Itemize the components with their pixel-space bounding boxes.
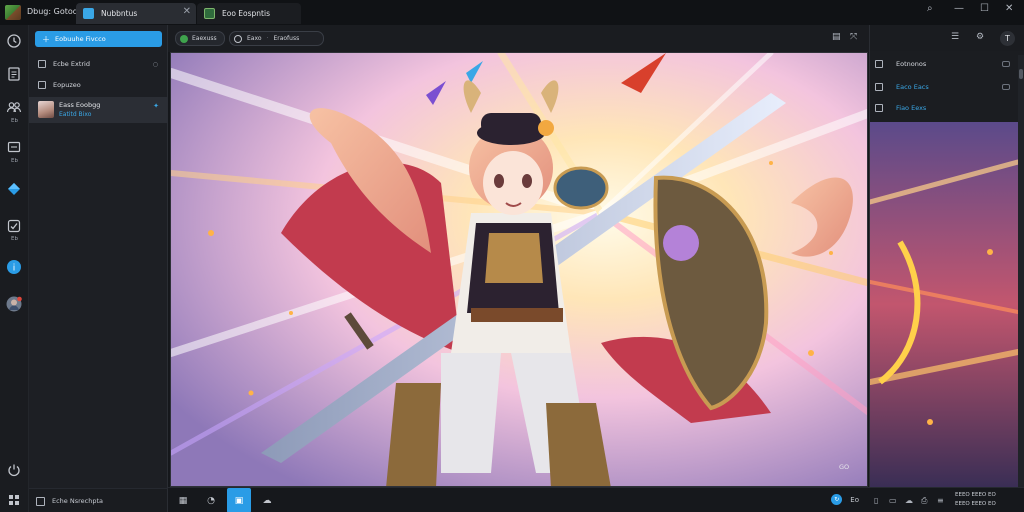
plus-icon: ＋ (42, 34, 50, 44)
panel-row-label: Eotnonos (896, 60, 927, 68)
session-avatar (38, 101, 54, 118)
expand-icon[interactable]: ⤧ (850, 32, 857, 42)
bottom-right-controls: ↻ Eo (831, 494, 859, 505)
sidebar-footer-label: Eche Nsrechpta (52, 497, 103, 505)
panel-row-label: Eaco Eacs (896, 83, 929, 91)
grid-icon[interactable] (6, 492, 22, 508)
new-conversation-button[interactable]: ＋ Eobuuhe Fivcco (35, 31, 162, 47)
layer-icon (875, 60, 883, 68)
info-circle-icon[interactable]: i (6, 259, 22, 275)
sidebar-item-ecbe-extrid[interactable]: Ecbe Extrid ○ (29, 56, 168, 72)
cloud-upload-icon[interactable]: ☁ (905, 496, 913, 505)
app-tab-icon (204, 8, 215, 19)
image-icon[interactable]: ▭ (889, 496, 897, 505)
mode-chip-label-b: Eraofuss (273, 35, 300, 42)
sidebar-item-eopuzeo[interactable]: Eopuzeo (29, 77, 168, 93)
svg-text:i: i (13, 264, 16, 274)
session-subtitle: Eatitd Bixo (59, 111, 92, 118)
settings-icon[interactable]: ⚙ (976, 32, 984, 42)
row-toggle[interactable] (1002, 61, 1010, 67)
tab-eoo-eospntis[interactable]: Eoo Eospntis (197, 3, 301, 24)
rail-label: Eb (11, 158, 18, 164)
panel-row-fiao-eexs[interactable]: Fiao Eexs (870, 98, 1018, 118)
app-title: Dbug: Gotod (27, 7, 78, 16)
layout-icon[interactable]: ▤ (832, 32, 841, 42)
status-line-2: EEEO EEEO EO (955, 501, 996, 507)
sliders-icon[interactable]: ≡ (937, 496, 944, 505)
people-icon[interactable] (6, 99, 22, 115)
maximize-button[interactable]: ☐ (980, 3, 989, 14)
minimize-button[interactable]: — (954, 3, 964, 14)
check-box-icon[interactable] (6, 218, 22, 234)
mode-circle-icon (234, 34, 242, 43)
image-canvas[interactable] (170, 52, 868, 487)
new-button-label: Eobuuhe Fivcco (55, 35, 106, 43)
mode-chip[interactable]: Eaxo · Eraofuss (229, 31, 324, 46)
cloud-icon[interactable]: ☁ (255, 488, 279, 512)
right-panel: ☰ ⚙ T Eotnonos Eaco Eacs Fiao Eexs (869, 25, 1024, 487)
model-chip[interactable]: Eaexuss (175, 31, 225, 46)
left-rail: Eb Eb Eb i (0, 25, 29, 512)
print-icon[interactable]: ⎙ (921, 496, 927, 506)
app-logo (5, 5, 21, 20)
sidebar-item-count: ○ (152, 60, 158, 68)
title-bar: Dbug: Gotod Nubbntus ✕ Eoo Eospntis ⌕ — … (0, 0, 1024, 25)
history-icon[interactable]: ◔ (199, 488, 223, 512)
right-panel-scrollbar[interactable] (1018, 55, 1024, 487)
right-panel-header: ☰ ⚙ T (870, 25, 1024, 51)
mode-separator: · (266, 35, 269, 42)
bottom-toolbar: ▦ ◔ ▣ ☁ ↻ Eo (168, 487, 869, 512)
tab-close-icon[interactable]: ✕ (183, 6, 191, 17)
gallery-grid-icon[interactable]: ▦ (171, 488, 195, 512)
settings-box-icon (36, 497, 45, 506)
status-bar: ▯ ▭ ☁ ⎙ ≡ EEEO EEEO EO EEEO EEEO EO (869, 487, 1024, 512)
sidebar-item-label: Eopuzeo (53, 81, 81, 89)
panel-row-eotnonos[interactable]: Eotnonos (870, 54, 1018, 74)
close-button[interactable]: ✕ (1005, 3, 1013, 14)
user-avatar-icon[interactable] (6, 296, 22, 312)
panel-row-label: Fiao Eexs (896, 104, 927, 112)
generated-artwork (171, 53, 867, 486)
search-icon[interactable]: ⌕ (927, 3, 933, 14)
tab-nubbntus[interactable]: Nubbntus ✕ (76, 3, 196, 24)
session-name: Eass Eoobgg (59, 101, 101, 109)
layer-icon (875, 83, 883, 91)
artwork-preview (870, 122, 1018, 487)
folder-icon (38, 81, 46, 89)
sidebar: ＋ Eobuuhe Fivcco Ecbe Extrid ○ Eopuzeo E… (29, 25, 168, 488)
clock-icon[interactable] (6, 33, 22, 49)
tab-label: Nubbntus (101, 9, 138, 18)
layer-icon (875, 104, 883, 112)
status-line-1: EEEO EEEO EO (955, 492, 996, 498)
rail-label: Eb (11, 236, 18, 242)
row-toggle[interactable] (1002, 84, 1010, 90)
list-icon[interactable]: ☰ (951, 32, 959, 42)
document-icon[interactable] (6, 66, 22, 82)
power-icon[interactable] (6, 462, 22, 478)
main-toolbar: Eaexuss Eaxo · Eraofuss ▤ ⤧ (168, 25, 869, 52)
zoom-badge[interactable]: GO (839, 463, 849, 471)
save-icon[interactable]: ▣ (227, 488, 251, 512)
sidebar-footer[interactable]: Eche Nsrechpta (29, 488, 168, 512)
tab-label: Eoo Eospntis (222, 9, 270, 18)
sync-icon[interactable]: ↻ (831, 494, 843, 505)
sidebar-item-label: Ecbe Extrid (53, 60, 90, 68)
panel-icon[interactable]: ▯ (874, 496, 878, 505)
text-tool-icon[interactable]: T (1000, 31, 1015, 46)
puzzle-icon[interactable] (6, 140, 22, 156)
panel-row-eaco-eacs[interactable]: Eaco Eacs (870, 77, 1018, 97)
pin-icon[interactable]: ✦ (153, 102, 159, 110)
bottom-right-label: Eo (850, 495, 859, 504)
app-tab-icon (83, 8, 94, 19)
model-chip-label: Eaexuss (192, 35, 217, 42)
mode-chip-label-a: Eaxo (247, 35, 262, 42)
session-item[interactable]: Eass Eoobgg Eatitd Bixo ✦ (29, 97, 168, 123)
model-status-icon (180, 34, 188, 43)
folder-icon (38, 60, 46, 68)
scrollbar-thumb[interactable] (1019, 69, 1023, 79)
rail-label: Eb (11, 118, 18, 124)
diamond-icon[interactable] (6, 181, 22, 197)
